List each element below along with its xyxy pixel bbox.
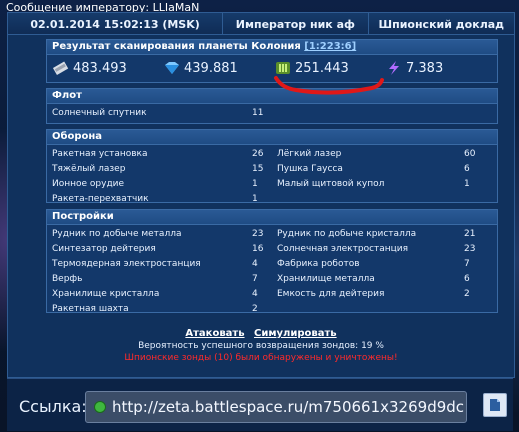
building-level: 16 [252, 244, 264, 254]
building-name: Фабрика роботов [277, 259, 360, 269]
building-level: 4 [252, 289, 258, 299]
site-status-icon [94, 401, 106, 413]
defense-item-count: 1 [252, 179, 258, 189]
report-url-field[interactable]: http://zeta.battlespace.ru/m750661x3269d… [85, 391, 467, 423]
building-level: 23 [252, 229, 264, 239]
building-level: 2 [252, 304, 258, 314]
probe-return-probability: Вероятность успешного возвращения зондов… [138, 341, 384, 351]
defense-item-count: 15 [252, 164, 264, 174]
defense-item-name: Ракетная установка [52, 149, 148, 159]
defense-item-name: Тяжёлый лазер [52, 164, 126, 174]
report-header: 02.01.2014 15:02:13 (MSK) Император ник … [7, 12, 515, 36]
defense-item-name: Пушка Гаусса [277, 164, 343, 174]
building-name: Хранилище кристалла [52, 289, 160, 299]
resources-header: Результат сканирования планеты Колония [… [47, 40, 497, 55]
defense-item-name [277, 192, 464, 207]
planet-coords-link[interactable]: [1:223:6] [304, 41, 356, 52]
defense-box: Оборона Ракетная установка 26 Лёгкий лаз… [46, 129, 498, 204]
fleet-item-name: Солнечный спутник [52, 108, 147, 118]
fleet-list: Солнечный спутник 11 [47, 104, 497, 121]
scan-title: Результат сканирования планеты Колония [52, 41, 301, 52]
building-name: Ракетная шахта [52, 304, 129, 314]
defense-item-count: 6 [464, 164, 470, 174]
document-icon [490, 399, 500, 411]
player-name-link[interactable]: Император ник аф [223, 13, 369, 35]
defense-item-name: Лёгкий лазер [277, 149, 342, 159]
energy-value: 7.383 [406, 60, 444, 76]
crystal-icon [165, 62, 179, 74]
metal-icon [53, 61, 69, 75]
building-name: Солнечная электростанция [277, 244, 409, 254]
defense-item-count: 26 [252, 149, 264, 159]
probe-destroyed-warning: Шпионские зонды (10) были обнаружены и у… [124, 353, 398, 363]
building-level: 23 [464, 244, 476, 254]
building-level: 6 [464, 274, 470, 284]
building-name [277, 302, 464, 317]
defense-item-count: 1 [464, 179, 470, 189]
building-name: Рудник по добыче кристалла [277, 229, 417, 239]
building-name: Верфь [52, 274, 83, 284]
report-url: http://zeta.battlespace.ru/m750661x3269d… [112, 398, 465, 416]
defense-item-name: Ионное орудие [52, 179, 125, 189]
report-actions: Атаковать Симулировать [8, 328, 514, 339]
link-bar: Ссылка: http://zeta.battlespace.ru/m7506… [7, 378, 513, 431]
building-name: Хранилище металла [277, 274, 375, 284]
simulate-link[interactable]: Симулировать [254, 328, 337, 339]
metal-value: 483.493 [73, 60, 127, 76]
metal-resource: 483.493 [53, 61, 164, 76]
buildings-header: Постройки [47, 210, 497, 225]
building-level: 7 [252, 274, 258, 284]
buildings-box: Постройки Рудник по добыче металла 23 Ру… [46, 209, 498, 314]
defense-item-count [464, 192, 494, 207]
defense-item-name: Малый щитовой купол [277, 179, 385, 189]
defense-header: Оборона [47, 130, 497, 145]
defense-item-name: Ракета-перехватчик [52, 194, 149, 204]
report-panel: Результат сканирования планеты Колония [… [7, 34, 515, 378]
crystal-value: 439.881 [184, 60, 238, 76]
attack-link[interactable]: Атаковать [185, 328, 244, 339]
copy-link-button[interactable] [483, 393, 507, 417]
energy-icon [389, 61, 399, 75]
building-level [464, 302, 494, 317]
fleet-item-count: 11 [252, 108, 264, 118]
energy-resource: 7.383 [386, 61, 497, 76]
building-level: 4 [252, 259, 258, 269]
link-label: Ссылка: [19, 397, 87, 416]
buildings-list: Рудник по добыче металла 23 Рудник по до… [47, 225, 497, 317]
defense-item-count: 60 [464, 149, 476, 159]
building-level: 2 [464, 289, 470, 299]
red-highlight-mark [274, 76, 384, 95]
building-level: 7 [464, 259, 470, 269]
report-type: Шпионский доклад [378, 17, 505, 31]
report-datetime: 02.01.2014 15:02:13 (MSK) [8, 13, 224, 35]
building-name: Термоядерная электростанция [52, 259, 201, 269]
defense-list: Ракетная установка 26 Лёгкий лазер 60 Тя… [47, 145, 497, 207]
crystal-resource: 439.881 [164, 61, 275, 76]
defense-item-count: 1 [252, 194, 258, 204]
building-name: Емкость для дейтерия [277, 289, 385, 299]
building-level: 21 [464, 229, 476, 239]
building-name: Рудник по добыче металла [52, 229, 182, 239]
building-name: Синтезатор дейтерия [52, 244, 156, 254]
